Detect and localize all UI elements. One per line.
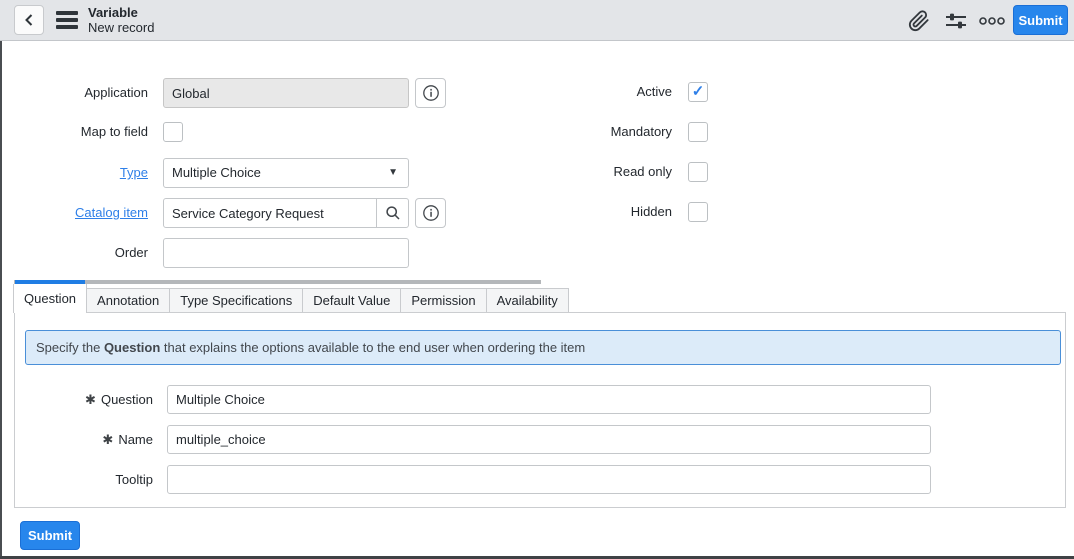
info-icon [422, 204, 440, 222]
application-label: Application [84, 85, 148, 100]
tab-permission[interactable]: Permission [400, 288, 487, 312]
submit-button-header[interactable]: Submit [1013, 5, 1068, 35]
back-button[interactable] [14, 5, 44, 35]
personalize-form-button[interactable] [944, 9, 968, 33]
question-label: ✱ Question [15, 385, 153, 414]
map-to-field-checkbox[interactable] [163, 122, 183, 142]
section-tabs: Question Annotation Type Specifications … [13, 284, 569, 313]
banner-text-suffix: that explains the options available to t… [160, 340, 586, 355]
tooltip-label: Tooltip [15, 465, 153, 494]
name-label-text: Name [118, 432, 153, 447]
chevron-down-icon: ▼ [388, 167, 398, 178]
catalog-item-info-button[interactable] [415, 198, 446, 228]
type-select-value: Multiple Choice [172, 165, 261, 180]
attachment-button[interactable] [907, 9, 931, 33]
context-menu-button[interactable] [56, 11, 80, 30]
record-subtitle: New record [88, 19, 155, 35]
map-to-field-label: Map to field [80, 124, 148, 139]
catalog-item-reference [163, 198, 409, 228]
reference-lookup-button[interactable] [376, 199, 408, 227]
tab-type-specifications[interactable]: Type Specifications [169, 288, 304, 312]
catalog-item-label: Catalog item [0, 198, 148, 228]
tab-annotation[interactable]: Annotation [86, 288, 171, 312]
question-tab-panel: Specify the Question that explains the o… [14, 312, 1066, 508]
form-header: Variable New record Submit [0, 0, 1074, 41]
tooltip-label-text: Tooltip [115, 472, 153, 487]
variable-new-record-page: Variable New record Submit Application G… [0, 0, 1074, 559]
submit-button-footer[interactable]: Submit [20, 521, 80, 550]
tab-default-value[interactable]: Default Value [302, 288, 402, 312]
table-title: Variable [88, 5, 138, 20]
type-label-link[interactable]: Type [120, 165, 148, 180]
mandatory-marker-icon: ✱ [102, 432, 114, 447]
banner-text-bold: Question [103, 340, 161, 355]
type-label: Type [0, 158, 148, 188]
sliders-icon [944, 9, 968, 33]
name-label: ✱ Name [15, 425, 153, 454]
order-label: Order [114, 245, 148, 260]
name-input[interactable] [167, 425, 931, 454]
active-checkbox[interactable]: ✓ [688, 82, 708, 102]
tabstrip-active-indicator [15, 280, 85, 284]
more-options-icon [979, 15, 1005, 27]
application-info-button[interactable] [415, 78, 446, 108]
catalog-item-label-link[interactable]: Catalog item [75, 205, 148, 220]
mandatory-checkbox[interactable] [688, 122, 708, 142]
read-only-label: Read only [613, 164, 672, 179]
tab-question[interactable]: Question [13, 284, 88, 313]
active-label: Active [636, 84, 672, 99]
type-select[interactable]: Multiple Choice ▼ [163, 158, 409, 188]
info-icon [422, 84, 440, 102]
catalog-item-field[interactable] [164, 199, 376, 227]
read-only-checkbox[interactable] [688, 162, 708, 182]
question-label-text: Question [100, 392, 153, 407]
banner-text-prefix: Specify the [36, 340, 104, 355]
tooltip-input[interactable] [167, 465, 931, 494]
record-title: Variable New record [88, 5, 155, 35]
mandatory-marker-icon: ✱ [85, 392, 96, 407]
tab-availability[interactable]: Availability [485, 288, 569, 312]
mandatory-label: Mandatory [610, 124, 672, 139]
order-field[interactable] [163, 238, 409, 268]
question-input[interactable] [167, 385, 931, 414]
hidden-checkbox[interactable] [688, 202, 708, 222]
application-field[interactable] [163, 78, 409, 108]
paperclip-icon [908, 10, 930, 32]
chevron-left-icon [23, 13, 35, 27]
search-icon [385, 205, 401, 221]
info-banner: Specify the Question that explains the o… [25, 330, 1061, 365]
hidden-label: Hidden [630, 204, 672, 219]
hamburger-icon [56, 11, 80, 29]
more-options-button[interactable] [979, 9, 1005, 33]
